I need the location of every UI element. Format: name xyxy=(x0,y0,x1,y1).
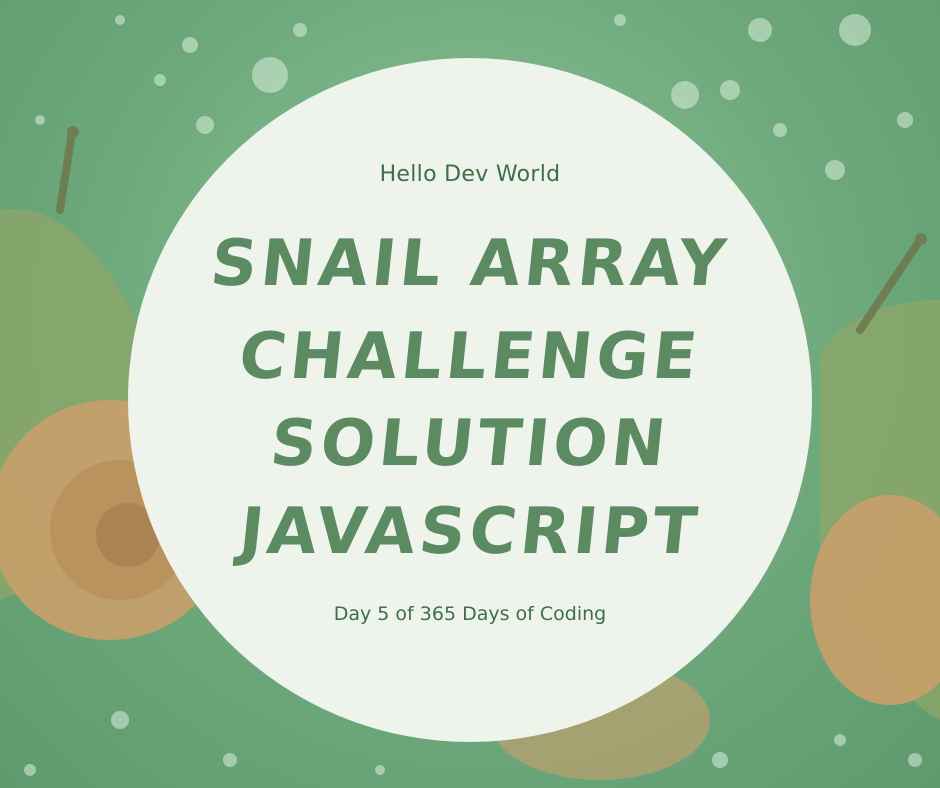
title-line-3: SOLUTION xyxy=(266,407,674,481)
title-line-4: JAVASCRIPT xyxy=(235,495,705,569)
subtitle: Hello Dev World xyxy=(379,162,561,187)
left-snail-eye xyxy=(67,126,79,138)
title-line-1: SNAIL ARRAY xyxy=(207,227,733,301)
title-circle-backdrop xyxy=(128,58,812,742)
footer-caption: Day 5 of 365 Days of Coding xyxy=(333,603,607,625)
title-line-2: CHALLENGE xyxy=(235,320,705,394)
